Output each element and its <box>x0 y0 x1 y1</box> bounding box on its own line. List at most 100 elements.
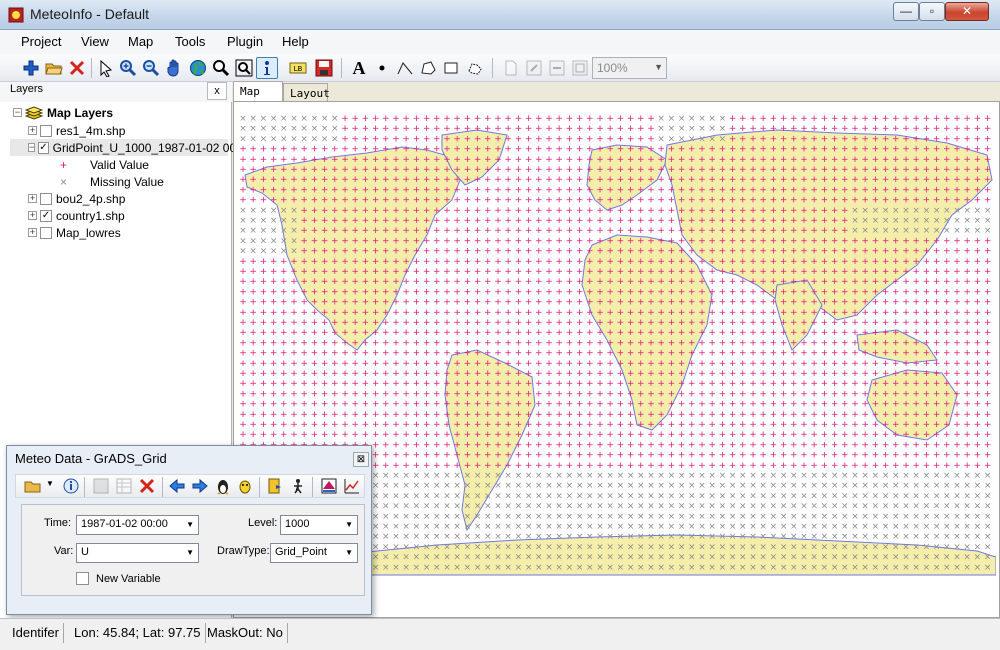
text-a-icon[interactable]: A <box>348 57 370 79</box>
chevron-down-icon[interactable]: ▼ <box>46 479 54 488</box>
line-chart-icon[interactable] <box>341 475 363 497</box>
rectangle-icon[interactable] <box>440 57 462 79</box>
zoom-in-icon[interactable] <box>117 57 139 79</box>
maximize-button[interactable]: ▫ <box>919 2 945 21</box>
open-data-icon[interactable] <box>22 475 44 497</box>
expand-icon[interactable]: + <box>28 194 37 203</box>
grid-point-valid: + <box>831 124 839 134</box>
menu-map[interactable]: Map <box>128 34 153 49</box>
expand-icon[interactable]: + <box>28 211 37 220</box>
grid-point-valid: + <box>668 236 676 246</box>
tab-layout[interactable]: Layout <box>283 83 330 102</box>
animation-settings-icon[interactable] <box>234 475 256 497</box>
grid-point-valid: + <box>770 247 778 257</box>
page-zoom-in-icon[interactable] <box>523 57 545 79</box>
grid-point-valid: + <box>249 298 257 308</box>
grid-point-valid: + <box>821 359 829 369</box>
time-select[interactable]: 1987-01-02 00:00 ▼ <box>76 515 199 535</box>
grid-point-missing: × <box>851 563 859 573</box>
station-tool-icon[interactable] <box>287 475 309 497</box>
var-select[interactable]: U ▼ <box>76 543 199 563</box>
add-layer-icon[interactable] <box>20 57 42 79</box>
save-icon[interactable] <box>313 57 335 79</box>
label-icon[interactable]: LB <box>287 57 309 79</box>
grid-point-valid: + <box>678 216 686 226</box>
pan-hand-icon[interactable] <box>164 57 186 79</box>
layer-item[interactable]: + res1_4m.shp <box>28 122 125 139</box>
grid-point-valid: + <box>657 236 665 246</box>
grid-point-missing: × <box>300 134 308 144</box>
drawtype-select[interactable]: Grid_Point ▼ <box>270 543 358 563</box>
grid-point-valid: + <box>443 206 451 216</box>
select-pointer-icon[interactable] <box>95 57 117 79</box>
draw-layer-icon[interactable] <box>318 475 340 497</box>
layer-visibility-checkbox[interactable] <box>40 124 52 137</box>
open-folder-icon[interactable] <box>43 57 65 79</box>
close-window-button[interactable]: ✕ <box>945 2 989 21</box>
grid-point-valid: + <box>617 236 625 246</box>
point-icon[interactable] <box>371 57 393 79</box>
menu-plugin[interactable]: Plugin <box>227 34 263 49</box>
dialog-close-button[interactable]: ⊠ <box>353 452 369 467</box>
data-info-icon[interactable] <box>60 475 82 497</box>
layer-item[interactable]: + ✓ country1.shp <box>28 207 125 224</box>
collapse-icon[interactable]: − <box>13 108 22 117</box>
grid-point-missing: × <box>586 532 594 542</box>
grid-settings-icon[interactable] <box>90 475 112 497</box>
level-select[interactable]: 1000 ▼ <box>280 515 358 535</box>
data-tool-icon[interactable] <box>264 475 286 497</box>
grid-point-valid: + <box>933 175 941 185</box>
grid-point-valid: + <box>453 114 461 124</box>
new-page-icon[interactable] <box>500 57 522 79</box>
animation-icon[interactable] <box>212 475 234 497</box>
grid-point-valid: + <box>872 440 880 450</box>
new-variable-checkbox[interactable] <box>76 572 89 585</box>
layer-item[interactable]: + bou2_4p.shp <box>28 190 125 207</box>
layer-item[interactable]: + Map_lowres <box>28 224 121 241</box>
grid-point-valid: + <box>678 165 686 175</box>
grid-point-valid: + <box>474 400 482 410</box>
identify-info-icon[interactable] <box>256 57 278 79</box>
polygon-icon[interactable] <box>417 57 439 79</box>
tab-map[interactable]: Map <box>233 81 283 102</box>
layer-visibility-checkbox[interactable]: ✓ <box>40 209 52 222</box>
zoom-to-layer-icon[interactable] <box>233 57 255 79</box>
page-fit-icon[interactable] <box>569 57 591 79</box>
arrow-left-icon[interactable] <box>166 475 188 497</box>
layer-visibility-checkbox[interactable]: ✓ <box>38 141 49 154</box>
table-icon[interactable] <box>113 475 135 497</box>
globe-full-extent-icon[interactable] <box>187 57 209 79</box>
grid-point-missing: × <box>780 471 788 481</box>
expand-icon[interactable]: + <box>28 228 37 237</box>
menu-help[interactable]: Help <box>282 34 309 49</box>
page-zoom-out-icon[interactable] <box>546 57 568 79</box>
collapse-icon[interactable]: − <box>28 143 36 152</box>
menu-project[interactable]: Project <box>21 34 61 49</box>
grid-point-valid: + <box>382 114 390 124</box>
zoom-combo[interactable]: 100% ▼ <box>592 57 667 79</box>
magnify-icon[interactable] <box>210 57 232 79</box>
layer-visibility-checkbox[interactable] <box>40 192 52 205</box>
layer-visibility-checkbox[interactable] <box>40 226 52 239</box>
grid-point-missing: × <box>555 532 563 542</box>
remove-layer-icon[interactable] <box>66 57 88 79</box>
grid-point-valid: + <box>300 318 308 328</box>
grid-point-valid: + <box>974 328 982 338</box>
freehand-icon[interactable] <box>464 57 486 79</box>
minimize-button[interactable]: — <box>893 2 919 21</box>
arrow-right-icon[interactable] <box>189 475 211 497</box>
delete-icon[interactable] <box>136 475 158 497</box>
grid-point-valid: + <box>923 124 931 134</box>
zoom-out-icon[interactable] <box>140 57 162 79</box>
expand-icon[interactable]: + <box>28 126 37 135</box>
grid-point-valid: + <box>688 400 696 410</box>
grid-point-valid: + <box>249 196 257 206</box>
menu-view[interactable]: View <box>81 34 109 49</box>
layer-item-selected[interactable]: − ✓ GridPoint_U_1000_1987-01-02 00 <box>10 139 236 156</box>
layer-root[interactable]: − Map Layers <box>13 104 113 121</box>
menu-tools[interactable]: Tools <box>175 34 205 49</box>
polyline-icon[interactable] <box>394 57 416 79</box>
grid-point-valid: + <box>984 389 992 399</box>
layers-close-button[interactable]: x <box>207 82 227 100</box>
grid-point-valid: + <box>759 216 767 226</box>
